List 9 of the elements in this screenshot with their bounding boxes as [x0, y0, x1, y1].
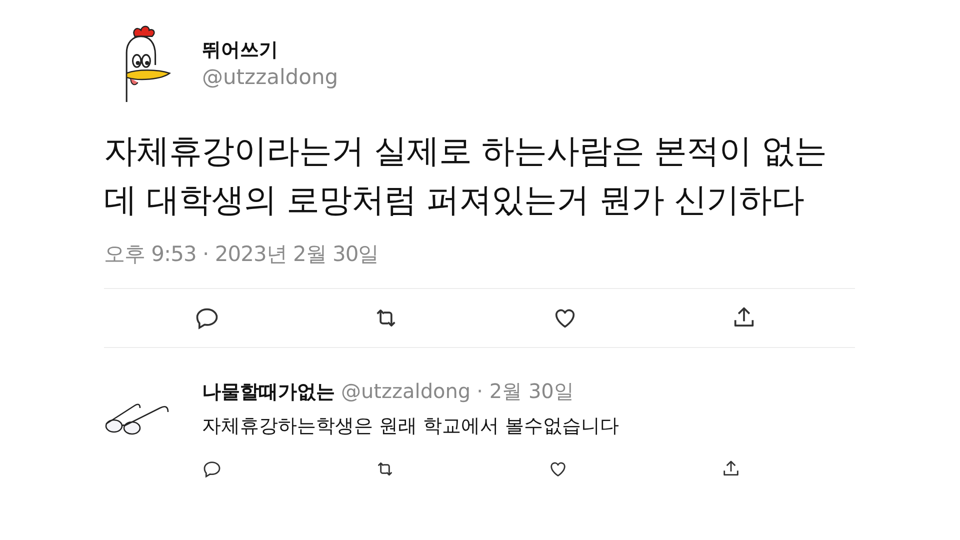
- reply-text: 자체휴강하는학생은 원래 학교에서 볼수없습니다: [202, 414, 620, 439]
- author-handle: @utzzaldong: [202, 65, 338, 89]
- reply-author-name: 나물할때가없는: [202, 380, 335, 405]
- tweet-text: 자체휴강이라는거 실제로 하는사람은 본적이 없는 데 대학생의 로망처럼 퍼져있는거 뭔가 신기하다: [104, 130, 828, 221]
- reply-author-handle: @utzzaldong: [341, 379, 471, 403]
- reply-icon[interactable]: [202, 459, 222, 479]
- reply-date: · 2월 30일: [476, 378, 574, 405]
- author-name: 뛰어쓰기: [202, 38, 279, 63]
- tweet-timestamp: 오후 9:53 · 2023년 2월 30일: [104, 241, 380, 268]
